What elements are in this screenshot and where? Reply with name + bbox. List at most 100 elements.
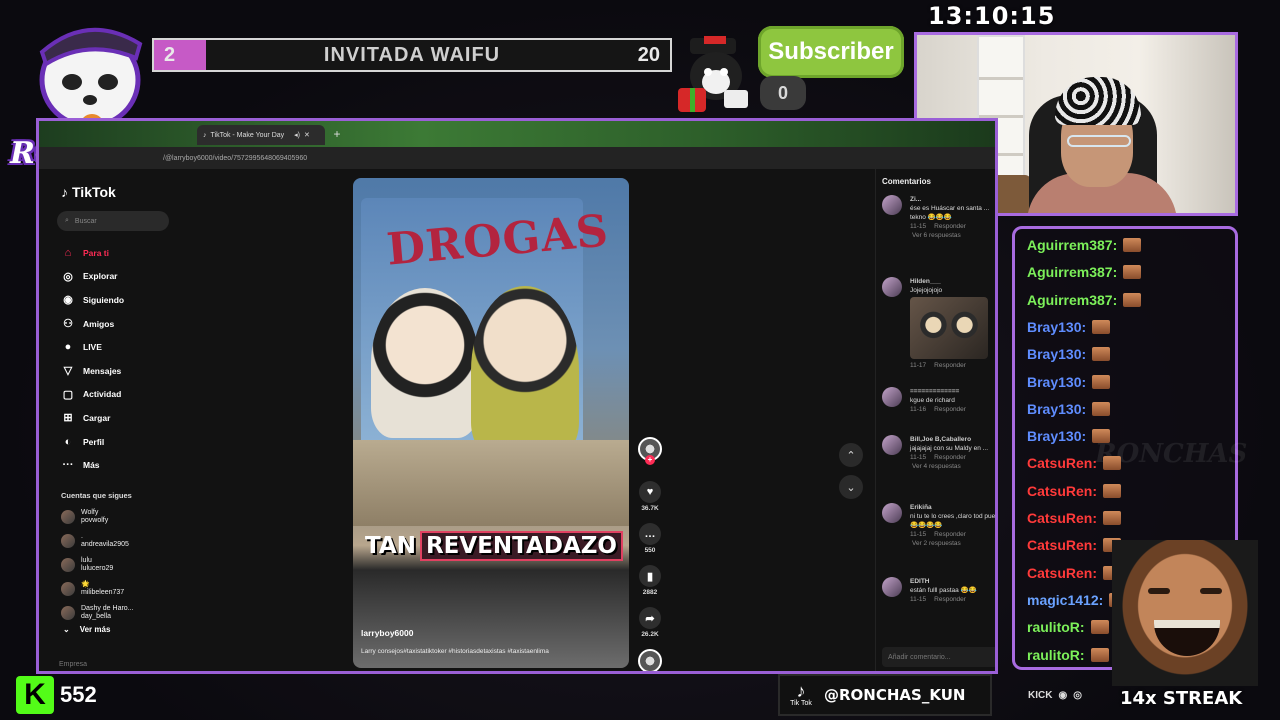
webcam-streamer-glasses — [1067, 135, 1131, 147]
save-button[interactable]: ▮ 2882 — [635, 565, 665, 596]
avatar — [61, 534, 75, 548]
reply-button[interactable]: Responder — [934, 361, 966, 370]
laugh-mouth — [1154, 620, 1220, 656]
like-button[interactable]: ♥ 36.7K — [635, 481, 665, 512]
nav-item-más[interactable]: ··· Más — [61, 453, 181, 477]
comment-text: están fulll pastaa 😂😂 — [910, 587, 977, 594]
comment-author[interactable]: Erikiña — [910, 503, 995, 512]
nav-item-para-ti[interactable]: ⌂ Para ti — [61, 241, 181, 265]
nav-item-mensajes[interactable]: ▽ Mensajes — [61, 359, 181, 383]
comment-text: jajajajaj con su Maldy en ... — [910, 445, 989, 452]
nav-item-siguiendo[interactable]: ◉ Siguiendo — [61, 288, 181, 312]
follow-plus-icon[interactable]: + — [645, 455, 655, 465]
comment-author[interactable]: Bill,Joe B,Caballero — [910, 435, 995, 444]
share-button[interactable]: ➦ 26.2K — [635, 607, 665, 638]
view-replies-link[interactable]: Ver 6 respuestas — [882, 231, 995, 240]
following-item[interactable]: lulu lulucero29 — [61, 553, 181, 577]
address-bar[interactable]: /@larryboy6000/video/7572995648069405960 — [39, 147, 995, 169]
nav-item-actividad[interactable]: ▢ Actividad — [61, 383, 181, 407]
comment-meta: 11-15 Responder — [910, 453, 995, 462]
tiktok-logo[interactable]: ♪ TikTok — [61, 183, 141, 201]
avatar[interactable] — [882, 195, 902, 215]
creator-avatar[interactable]: + — [635, 437, 665, 465]
comment-author[interactable]: Zi... — [910, 195, 995, 204]
following-item[interactable]: Dashy de Haro... day_bella — [61, 601, 181, 625]
avatar[interactable] — [882, 387, 902, 407]
following-handle: povwolfy — [81, 517, 109, 524]
comment-input[interactable]: Añadir comentario... — [882, 647, 995, 667]
comment-image[interactable] — [910, 297, 988, 359]
sound-disc[interactable] — [635, 649, 665, 671]
chat-message: CatsuRen: — [1027, 533, 1122, 557]
view-replies-link[interactable]: Ver 2 respuestas — [882, 539, 995, 548]
avatar[interactable] — [882, 577, 902, 597]
nav-item-live[interactable]: ● LIVE — [61, 335, 181, 359]
comment-author[interactable]: ============= — [910, 387, 995, 396]
sidewalk — [353, 440, 629, 526]
following-name: Dashy de Haro... — [81, 605, 134, 612]
following-names: . andreavila2905 — [81, 533, 129, 549]
mascot-with-gift-icon — [676, 36, 754, 116]
video-player[interactable]: DROGAS TAN REVENTADAZO larryboy6000 Larr… — [353, 178, 629, 668]
following-names: Dashy de Haro... day_bella — [81, 605, 134, 621]
following-name: 🌟 — [81, 581, 90, 588]
comment-meta: 11-15 Responder — [910, 222, 995, 231]
following-handle: day_bella — [81, 613, 111, 620]
close-tab-icon[interactable]: ✕ — [304, 131, 310, 139]
nav-item-cargar[interactable]: ⊞ Cargar — [61, 406, 181, 430]
following-names: 🌟 milibeleen737 — [81, 581, 124, 597]
comment-author[interactable]: Hilden___ — [910, 277, 995, 286]
following-names: lulu lulucero29 — [81, 557, 113, 573]
search-input[interactable]: ⌕ Buscar — [57, 211, 169, 231]
nav-item-label: Siguiendo — [83, 294, 125, 305]
see-more-link[interactable]: ⌄ Ver más — [63, 625, 143, 634]
video-author[interactable]: larryboy6000 — [361, 628, 511, 638]
kick-counter: K 552 — [16, 674, 114, 716]
previous-video-button[interactable]: ⌃ — [839, 443, 863, 467]
nav-item-perfil[interactable]: ◐ Perfil — [61, 430, 181, 454]
view-replies-link[interactable]: Ver 4 respuestas — [882, 462, 995, 471]
reply-button[interactable]: Responder — [934, 595, 966, 604]
nav-item-amigos[interactable]: ⚇ Amigos — [61, 312, 181, 336]
comment-body: EDITH están fulll pastaa 😂😂 11-15 Responder — [910, 577, 995, 604]
following-item[interactable]: . andreavila2905 — [61, 529, 181, 553]
avatar[interactable] — [882, 435, 902, 455]
next-video-button[interactable]: ⌄ — [839, 475, 863, 499]
speaker-icon[interactable]: ◂) — [294, 131, 300, 139]
chat-message: raulitoR: — [1027, 615, 1109, 639]
reply-button[interactable]: Responder — [934, 405, 966, 414]
following-item[interactable]: Wolfy povwolfy — [61, 505, 181, 529]
reply-button[interactable]: Responder — [934, 222, 966, 231]
comment-meta: 11-17 Responder — [910, 361, 995, 370]
reply-button[interactable]: Responder — [934, 530, 966, 539]
reply-button[interactable]: Responder — [934, 453, 966, 462]
avatar[interactable] — [882, 503, 902, 523]
chat-username: magic1412: — [1027, 591, 1104, 608]
tiktok-banner-icon: ♪ Tik Tok — [790, 681, 812, 707]
kick-logo-icon: K — [16, 676, 54, 714]
company-link[interactable]: Empresa — [59, 661, 139, 668]
avatar[interactable] — [882, 277, 902, 297]
chat-emote-icon — [1092, 347, 1111, 362]
chat-username: CatsuRen: — [1027, 455, 1098, 472]
new-tab-button[interactable]: + — [329, 127, 345, 143]
comment-author[interactable]: EDITH — [910, 577, 995, 586]
comment-date: 11-15 — [910, 531, 927, 538]
bookmark-icon: ▮ — [639, 565, 661, 587]
mural-boy — [471, 286, 579, 456]
nav-item-label: Actividad — [83, 389, 122, 400]
kick-count: 552 — [60, 682, 97, 707]
tiktok-note-icon: ♪ — [61, 184, 68, 200]
upload-icon: ⊞ — [63, 412, 73, 425]
following-item[interactable]: 🌟 milibeleen737 — [61, 577, 181, 601]
comment-button[interactable]: … 550 — [635, 523, 665, 554]
avatar — [61, 510, 75, 524]
following-header: Cuentas que sigues — [61, 491, 132, 500]
avatar — [61, 606, 75, 620]
heart-icon: ♥ — [639, 481, 661, 503]
comment-body: Erikiña ni tu te lo crees ,claro tod pues… — [910, 503, 995, 548]
video-description: Larry consejos#taxistatiktoker #historia… — [361, 648, 549, 655]
nav-item-explorar[interactable]: ◎ Explorar — [61, 265, 181, 289]
comment-body: ============= kgue de richard 11-16 Respond… — [910, 387, 995, 414]
browser-tab[interactable]: ♪ TikTok - Make Your Day ◂) ✕ — [197, 125, 325, 145]
